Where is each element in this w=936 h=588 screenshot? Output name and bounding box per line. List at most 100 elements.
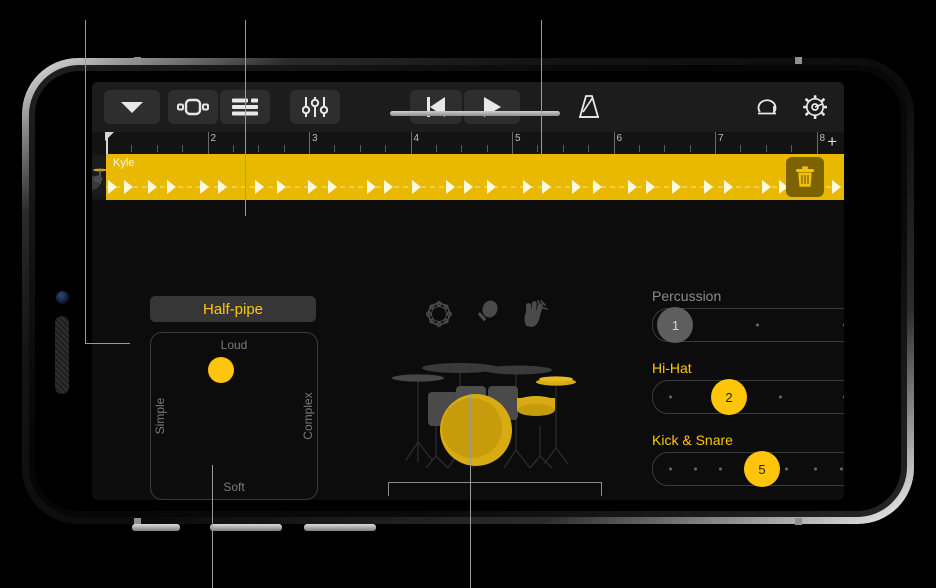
waveform-marker <box>367 180 376 194</box>
slider-step-dot <box>842 395 844 399</box>
shaker-icon[interactable] <box>470 298 504 330</box>
callout-line-swing <box>212 465 214 588</box>
ruler-bar-number: 7 <box>718 133 724 144</box>
slider-step-dot <box>718 467 722 471</box>
metronome-button[interactable] <box>566 90 612 124</box>
antenna-band-top-right <box>795 57 802 64</box>
cycle-button[interactable] <box>744 90 790 124</box>
slider-knob[interactable]: 5 <box>744 451 780 487</box>
waveform-marker <box>762 180 771 194</box>
device-foot-center <box>210 524 282 531</box>
slider-step-dot <box>756 323 759 327</box>
callout-line-mixer <box>85 20 87 343</box>
waveform-marker <box>412 180 421 194</box>
ruler-major-tick <box>613 132 615 154</box>
waveform-marker <box>328 180 337 194</box>
track-area: Kyle <box>92 154 844 200</box>
xy-label-complex: Complex <box>301 392 315 440</box>
callout-line-fills <box>470 394 472 588</box>
ruler-minor-tick <box>689 145 691 152</box>
clap-icon[interactable] <box>518 298 552 330</box>
xy-pad-puck[interactable] <box>207 356 234 383</box>
slider-knob[interactable]: 1 <box>657 307 694 343</box>
ruler-minor-tick <box>131 145 133 152</box>
percussion-icon-row <box>422 298 552 330</box>
loop-browser-button[interactable] <box>168 90 218 124</box>
tambourine-icon[interactable] <box>422 298 456 330</box>
earpiece-speaker <box>390 111 560 116</box>
ruler-major-tick <box>512 132 513 154</box>
ruler-minor-tick <box>486 145 488 152</box>
slider-step-dot <box>778 395 782 399</box>
complexity-slider[interactable]: 5 <box>652 451 844 487</box>
timeline-ruler[interactable]: 2 3 4 5 6 7 8 + <box>92 132 844 155</box>
add-section-button[interactable]: + <box>827 133 837 150</box>
waveform-marker <box>487 180 496 194</box>
volume-button[interactable] <box>55 316 69 394</box>
ruler-major-tick <box>816 132 818 154</box>
ruler-minor-tick <box>334 145 336 152</box>
device-foot-left <box>132 524 180 531</box>
ruler-minor-tick <box>232 145 234 152</box>
drummer-editor-panel: Half-pipe Loud Soft Simple Complex Swing… <box>92 200 844 500</box>
callout-line-region <box>541 20 543 156</box>
ruler-minor-tick <box>156 145 158 152</box>
loop-browser-icon <box>177 98 209 116</box>
ruler-minor-tick <box>638 145 640 152</box>
slider-step-dot <box>840 467 844 471</box>
settings-button[interactable] <box>792 90 838 124</box>
ruler-minor-tick <box>740 145 742 152</box>
region-name: Kyle <box>113 157 135 169</box>
front-camera <box>56 291 69 304</box>
callout-line-preset <box>245 20 247 216</box>
ruler-minor-tick <box>461 145 463 152</box>
play-button[interactable] <box>464 90 520 124</box>
delete-region-button[interactable] <box>786 157 824 197</box>
preset-button[interactable]: Half-pipe <box>150 296 316 322</box>
ruler-bar-number: 6 <box>616 133 623 144</box>
playhead[interactable] <box>106 132 108 154</box>
region-waveform <box>106 180 844 194</box>
trash-icon <box>796 166 814 187</box>
slider-knob[interactable]: 2 <box>711 379 748 415</box>
slider-step-dot <box>813 467 817 471</box>
ruler-bar-number: 4 <box>413 133 420 144</box>
rewind-button[interactable] <box>410 90 462 124</box>
waveform-marker <box>572 180 581 194</box>
waveform-marker <box>628 180 637 194</box>
waveform-marker <box>277 180 286 194</box>
track-header[interactable] <box>92 154 106 200</box>
waveform-marker <box>672 180 681 194</box>
ruler-major-tick <box>309 132 310 154</box>
waveform-marker <box>832 180 841 194</box>
app-toolbar <box>92 82 844 132</box>
ruler-minor-tick <box>385 145 387 152</box>
navigation-button[interactable] <box>104 90 160 124</box>
ruler-bar-number: 5 <box>515 133 521 144</box>
xy-label-loud: Loud <box>220 338 248 352</box>
slider-step-dot <box>669 467 673 471</box>
antenna-band-bottom-right <box>795 518 802 525</box>
slider-step-dot <box>669 395 673 399</box>
drum-kit-graphic[interactable] <box>388 330 588 480</box>
waveform-marker <box>308 180 317 194</box>
xy-performance-pad[interactable]: Loud Soft Simple Complex <box>150 332 318 500</box>
antenna-band-top-left <box>134 57 141 64</box>
ruler-minor-tick <box>664 145 666 152</box>
waveform-marker <box>704 180 713 194</box>
mixer-button[interactable] <box>290 90 340 124</box>
drummer-region[interactable]: Kyle <box>106 154 844 200</box>
complexity-slider[interactable]: 2 <box>652 379 844 415</box>
instrument-group-label: Hi-Hat <box>652 360 692 376</box>
metronome-icon <box>579 95 599 118</box>
waveform-marker <box>542 180 551 194</box>
waveform-marker <box>446 180 455 194</box>
gear-icon <box>803 95 827 119</box>
waveform-marker <box>724 180 733 194</box>
ruler-minor-tick <box>588 145 590 152</box>
complexity-slider[interactable]: 1 <box>652 307 844 343</box>
screenshot-root: 2345678 + Kyle Half-pipe Loud Soft Simpl… <box>0 0 936 588</box>
instrument-group: Hi-Hat 2 <box>652 360 844 415</box>
ruler-bar-number: 8 <box>819 133 826 144</box>
ruler-minor-tick <box>258 145 260 152</box>
